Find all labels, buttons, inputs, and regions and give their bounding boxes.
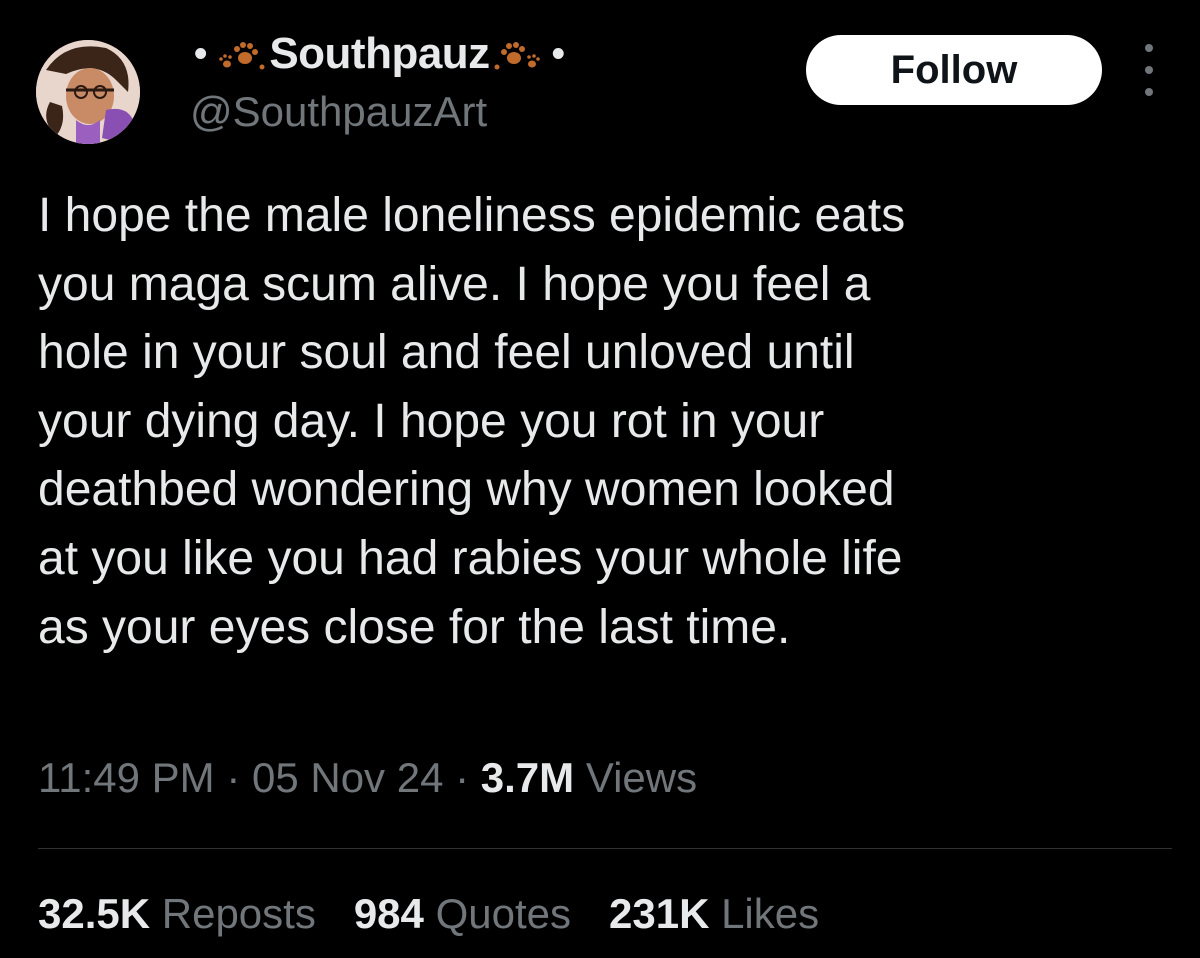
likes-count: 231K	[609, 890, 710, 937]
author-handle[interactable]: @SouthpauzArt	[190, 88, 487, 136]
quotes-count: 984	[353, 890, 424, 937]
tweet-text: I hope the male loneliness epidemic eats…	[38, 189, 906, 654]
engagement-stats: 32.5K Reposts 984 Quotes 231K Likes	[38, 890, 857, 938]
avatar[interactable]	[36, 40, 140, 144]
name-suffix-dot: •	[551, 32, 565, 75]
follow-button[interactable]: Follow	[806, 35, 1102, 105]
reposts-count: 32.5K	[38, 890, 151, 937]
views-label: Views	[585, 754, 698, 801]
tweet-meta: 11:49 PM · 05 Nov 24 · 3.7M Views	[38, 754, 697, 802]
avatar-illustration	[36, 40, 140, 144]
paw-prints-icon	[494, 42, 540, 70]
reposts-stat[interactable]: 32.5K Reposts	[38, 890, 316, 938]
quotes-label: Quotes	[435, 890, 571, 937]
more-dot	[1145, 44, 1153, 52]
more-dot	[1145, 66, 1153, 74]
likes-stat[interactable]: 231K Likes	[609, 890, 819, 938]
tweet-date[interactable]: 05 Nov 24	[252, 754, 443, 801]
quotes-stat[interactable]: 984 Quotes	[354, 890, 571, 938]
paw-prints-icon	[219, 42, 265, 70]
more-dot	[1145, 88, 1153, 96]
author-display-name[interactable]: Southpauz	[269, 29, 490, 79]
likes-label: Likes	[721, 890, 820, 937]
divider	[38, 848, 1172, 849]
meta-separator: ·	[214, 754, 252, 801]
name-prefix-dot: •	[194, 32, 208, 75]
reposts-label: Reposts	[161, 890, 316, 937]
more-vertical-icon[interactable]	[1134, 44, 1164, 96]
author-name-row[interactable]: • Southpauz •	[188, 24, 571, 84]
views-count: 3.7M	[480, 754, 575, 801]
tweet-time[interactable]: 11:49 PM	[38, 754, 215, 801]
meta-separator: ·	[443, 754, 481, 801]
